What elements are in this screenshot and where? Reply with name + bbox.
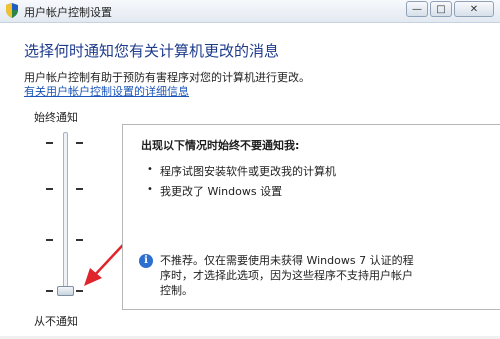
slider-top-label: 始终通知 bbox=[34, 111, 78, 124]
panel-title: 出现以下情况时始终不要通知我: bbox=[141, 139, 300, 152]
window-controls: — □ ✕ bbox=[404, 1, 494, 19]
title-bar: 用户帐户控制设置 — □ ✕ bbox=[0, 0, 500, 23]
uac-shield-icon bbox=[6, 3, 18, 18]
slider-tick-right bbox=[76, 290, 83, 292]
window-title: 用户帐户控制设置 bbox=[24, 6, 112, 19]
minimize-button[interactable]: — bbox=[406, 1, 428, 17]
slider-tick-left bbox=[46, 142, 53, 144]
slider-tick-right bbox=[76, 188, 83, 190]
slider-thumb[interactable] bbox=[57, 286, 74, 296]
maximize-button[interactable]: □ bbox=[430, 1, 452, 17]
info-icon: i bbox=[139, 254, 153, 268]
slider-tick-left bbox=[46, 239, 53, 241]
slider-bottom-label: 从不通知 bbox=[34, 315, 78, 328]
warning-note: 不推荐。仅在需要使用未获得 Windows 7 认证的程序时，才选择此选项，因为… bbox=[160, 254, 414, 297]
setting-description-panel: 出现以下情况时始终不要通知我: • 程序试图安装软件或更改我的计算机 • 我更改… bbox=[122, 124, 500, 310]
bullet-icon: • bbox=[147, 184, 153, 195]
panel-list-item: 我更改了 Windows 设置 bbox=[160, 185, 283, 198]
bullet-icon: • bbox=[147, 164, 153, 175]
slider-track[interactable] bbox=[63, 132, 68, 296]
close-button[interactable]: ✕ bbox=[454, 1, 494, 17]
slider-tick-right bbox=[76, 142, 83, 144]
slider-tick-left bbox=[46, 290, 53, 292]
page-heading: 选择何时通知您有关计算机更改的消息 bbox=[24, 42, 280, 60]
more-info-link[interactable]: 有关用户帐户控制设置的详细信息 bbox=[24, 83, 189, 99]
panel-list-item: 程序试图安装软件或更改我的计算机 bbox=[160, 165, 336, 178]
slider-tick-left bbox=[46, 188, 53, 190]
